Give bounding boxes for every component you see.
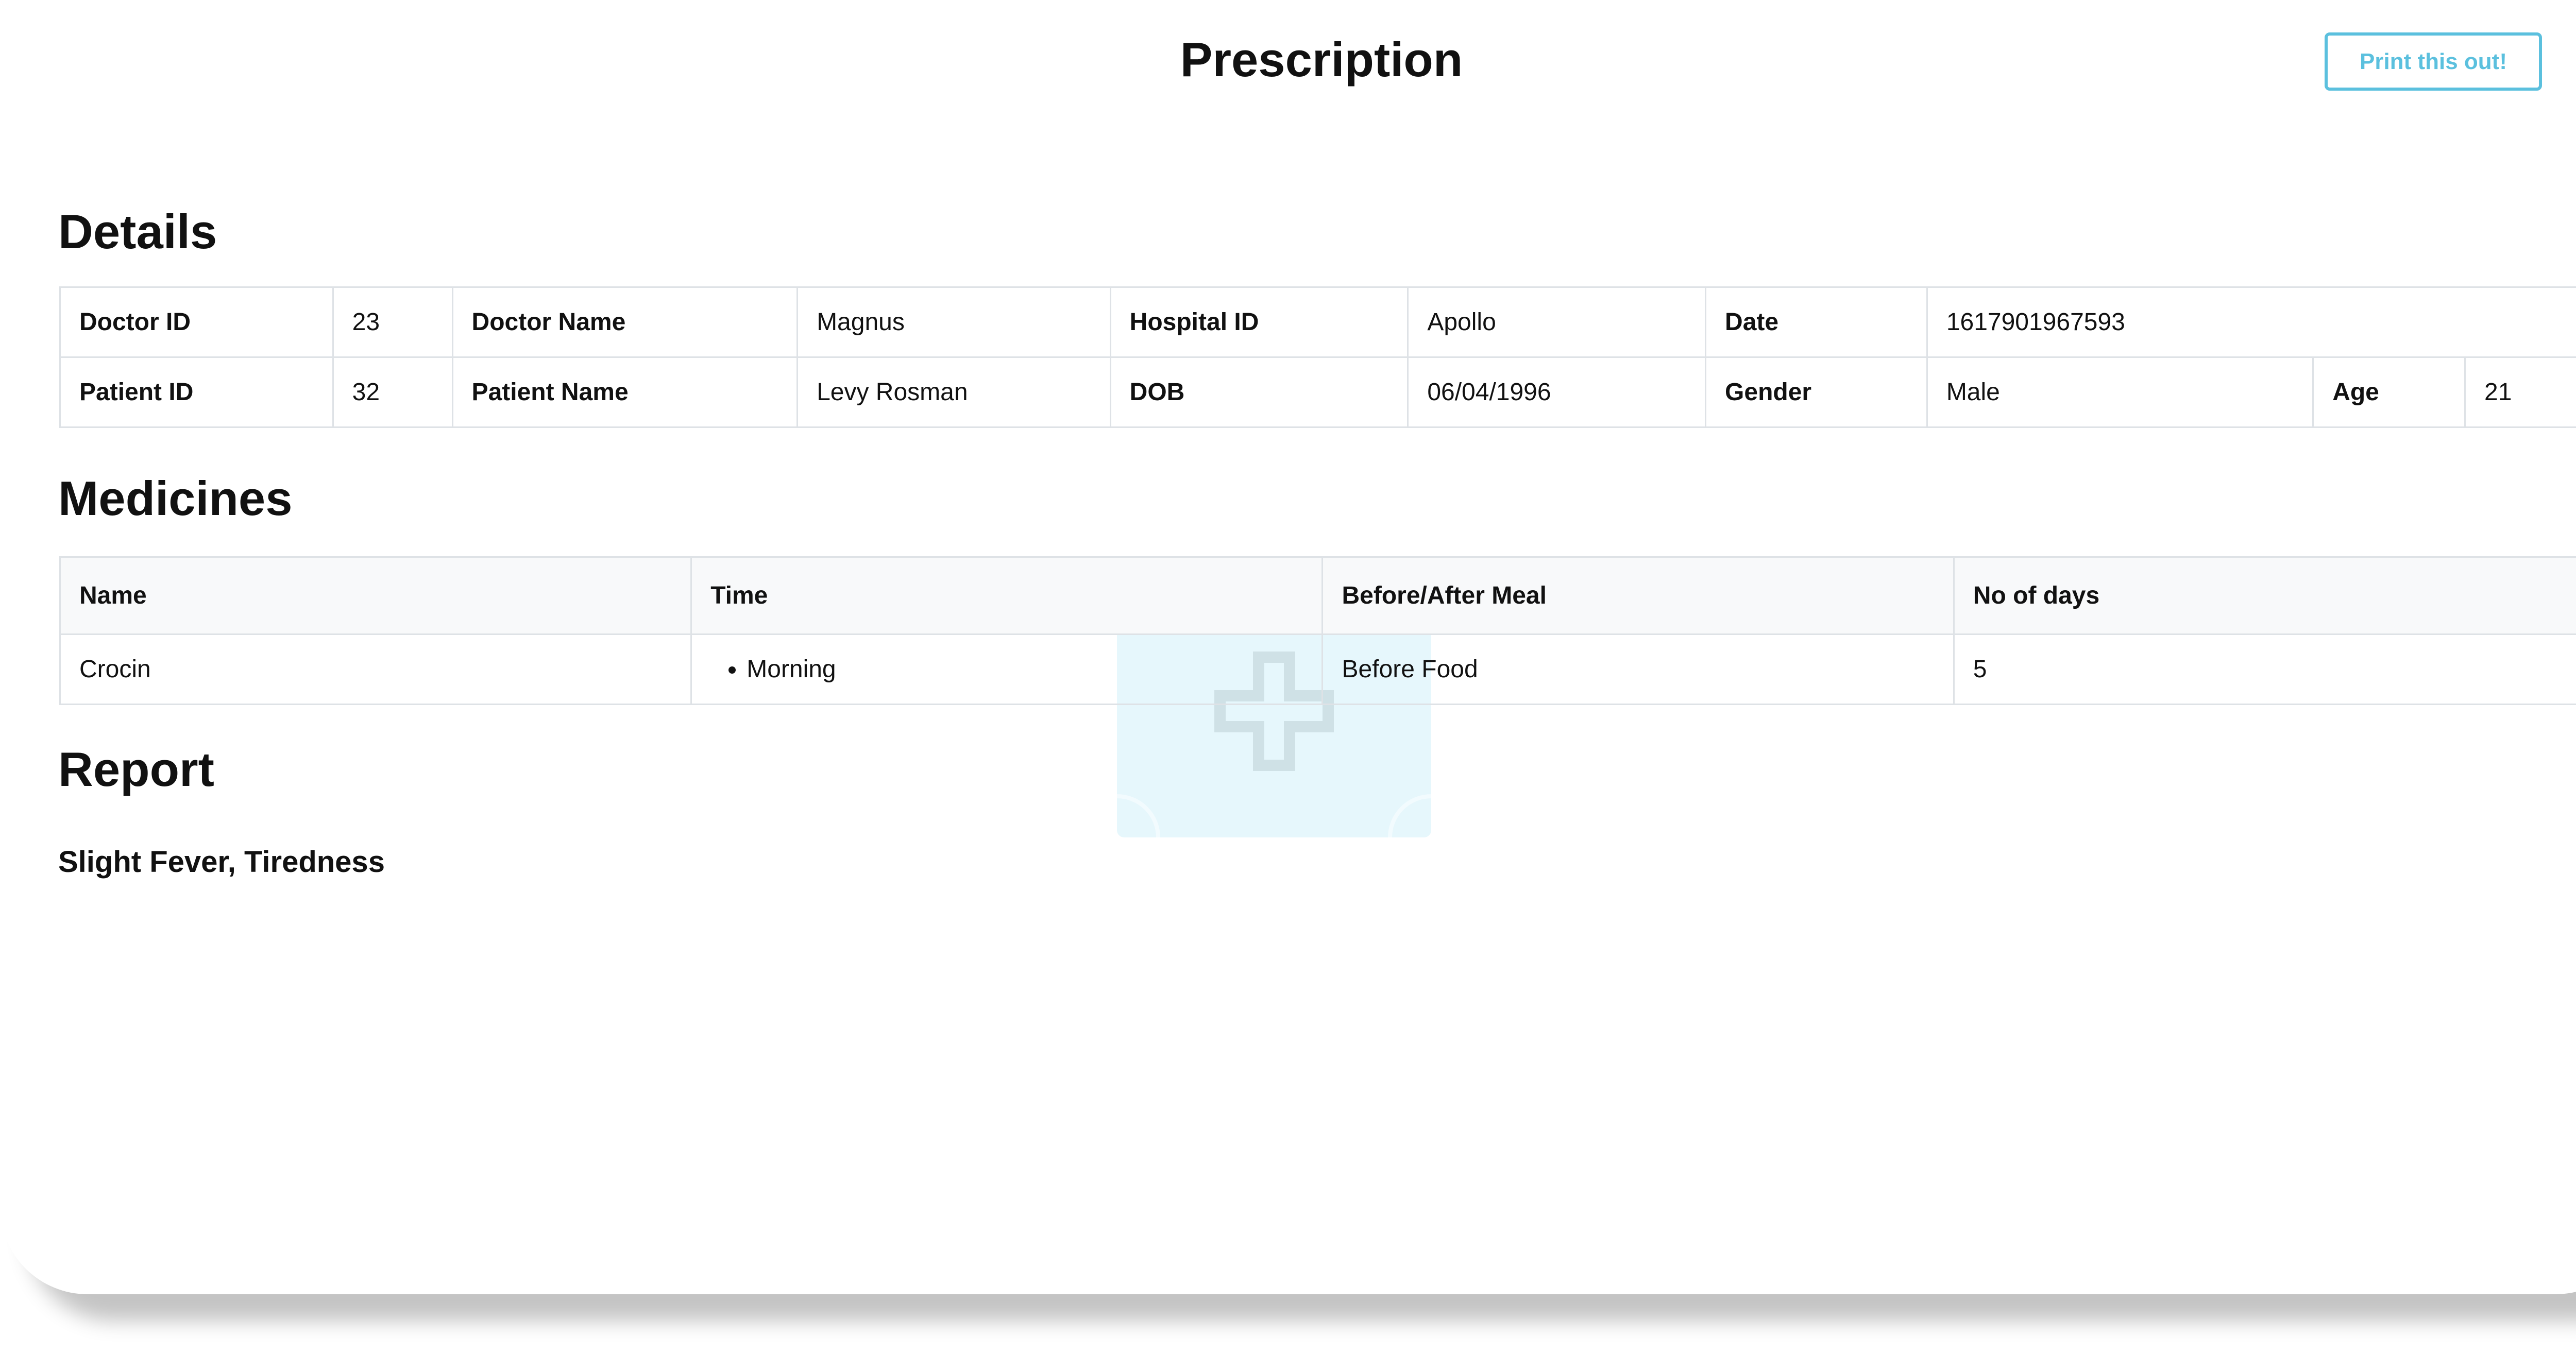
details-table: Doctor ID 23 Doctor Name Magnus Hospital… [59,286,2576,428]
report-heading: Report [58,742,214,796]
doctor-name-value: Magnus [796,286,1111,358]
doctor-id-value: 23 [332,286,453,358]
dob-label: DOB [1109,356,1409,428]
details-row-doctor: Doctor ID 23 Doctor Name Magnus Hospital… [59,286,2576,358]
dob-value: 06/04/1996 [1407,356,1707,428]
time-list: Morning [710,655,1303,683]
details-row-patient: Patient ID 32 Patient Name Levy Rosman D… [59,356,2576,428]
date-value: 1617901967593 [1926,286,2576,358]
hospital-id-value: Apollo [1407,286,1707,358]
column-header-meal: Before/After Meal [1321,556,1955,635]
medicines-heading: Medicines [58,471,293,525]
table-row: Crocin Morning Before Food 5 [59,633,2576,705]
medicine-days: 5 [1953,633,2576,705]
patient-id-label: Patient ID [59,356,334,428]
column-header-name: Name [59,556,692,635]
doctor-id-label: Doctor ID [59,286,334,358]
patient-name-label: Patient Name [451,356,799,428]
medicine-name: Crocin [59,633,692,705]
age-label: Age [2312,356,2466,428]
medicine-time: Morning [690,633,1324,705]
details-heading: Details [58,204,217,259]
date-label: Date [1705,286,1928,358]
patient-id-value: 32 [332,356,453,428]
gender-label: Gender [1705,356,1928,428]
hospital-id-label: Hospital ID [1109,286,1409,358]
doctor-name-label: Doctor Name [451,286,799,358]
medicines-header-row: Name Time Before/After Meal No of days [59,556,2576,635]
print-button[interactable]: Print this out! [2325,32,2542,91]
medicines-table: Name Time Before/After Meal No of days C… [59,556,2576,705]
age-value: 21 [2464,356,2576,428]
prescription-card: Prescription Print this out! Details Doc… [0,0,2576,1294]
list-item: Morning [747,655,1303,683]
patient-name-value: Levy Rosman [796,356,1111,428]
column-header-days: No of days [1953,556,2576,635]
gender-value: Male [1926,356,2314,428]
page-title: Prescription [1180,32,1463,87]
column-header-time: Time [690,556,1324,635]
report-text: Slight Fever, Tiredness [58,845,385,879]
medicine-meal: Before Food [1321,633,1955,705]
